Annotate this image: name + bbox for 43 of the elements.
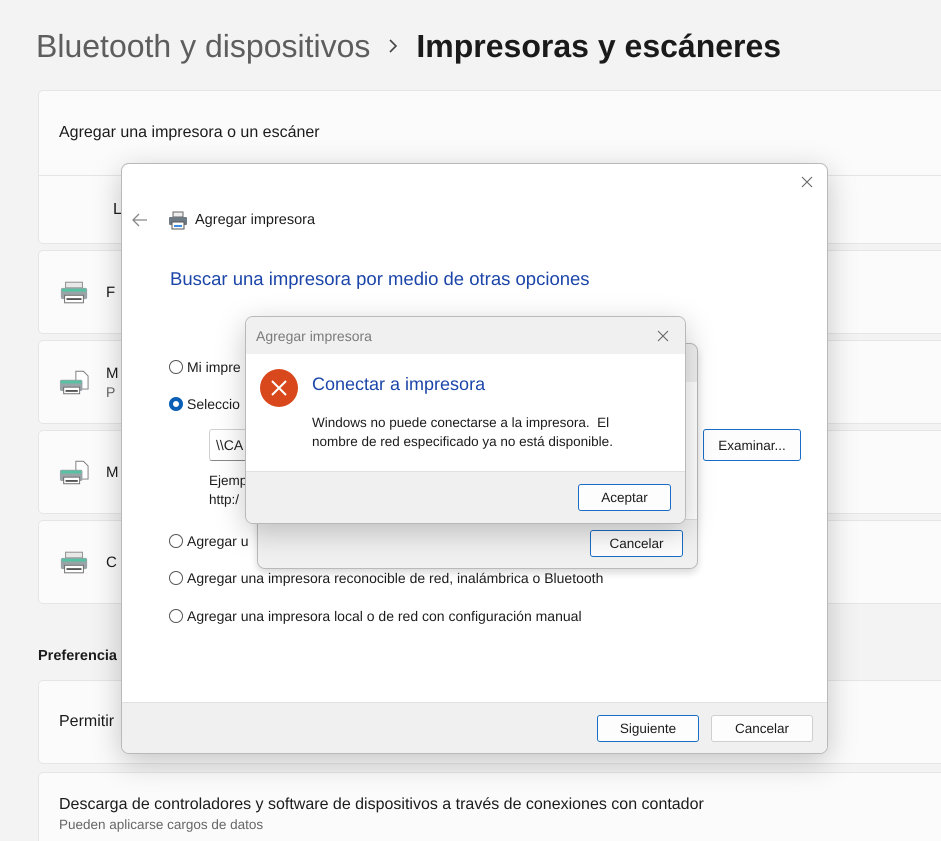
option-label[interactable]: Seleccio [187, 396, 240, 412]
printer-icon [59, 370, 89, 394]
option-label[interactable]: Agregar u [187, 532, 248, 549]
wizard-heading: Buscar una impresora por medio de otras opciones [170, 268, 591, 290]
printer-name: F [106, 284, 116, 300]
default-button[interactable]: Siguiente [597, 714, 699, 742]
printer-name: M [106, 364, 118, 382]
breadcrumb-link[interactable]: Bluetooth y dispositivos [36, 28, 370, 64]
row-text: L [113, 200, 122, 218]
preference-subtitle: Pueden aplicarse cargos de datos [59, 817, 264, 832]
printer-icon [168, 210, 188, 230]
chevron-icon [388, 39, 398, 53]
printer-status: P [106, 384, 116, 400]
printer-name: M [106, 464, 118, 480]
back-arrow-icon[interactable] [132, 213, 148, 227]
close-icon[interactable] [801, 176, 813, 188]
default-button[interactable]: Aceptar [578, 484, 671, 511]
option-label[interactable]: Agregar una impresora local o de red con configuración manual [187, 608, 582, 624]
radio-button[interactable] [169, 397, 183, 412]
window-title: Agregar impresora [195, 212, 316, 228]
section-heading: Preferencia [38, 648, 118, 666]
preference-title: Permitir [59, 713, 114, 731]
printer-icon [59, 460, 89, 484]
printer-name: C [106, 554, 117, 570]
cancel-button[interactable]: Cancelar [711, 714, 813, 742]
dialog-heading: Conectar a impresora [312, 374, 486, 395]
browse-button[interactable]: Examinar... [703, 429, 801, 461]
option-label[interactable]: Mi impre [187, 358, 241, 375]
window-title: Agregar impresora [256, 328, 372, 344]
radio-button[interactable] [169, 360, 183, 374]
page-title: Impresoras y escáneres [416, 28, 782, 64]
option-label[interactable]: Agregar una impresora reconocible de red, inalámbrica o Bluetooth [187, 570, 604, 586]
printer-icon [59, 280, 89, 304]
error-message: Windows no puede conectarse a la impresora. El nombre de red especificado ya no está disponible. [312, 414, 614, 451]
radio-button[interactable] [169, 534, 183, 548]
default-button[interactable]: Cancelar [590, 530, 683, 556]
radio-button[interactable] [169, 571, 183, 586]
preference-title: Descarga de controladores y software de dispositivos a través de conexiones con contador [59, 796, 704, 814]
error-icon [259, 368, 299, 408]
radio-button[interactable] [169, 608, 183, 623]
close-icon[interactable] [657, 330, 669, 342]
example-text: http:/ [209, 491, 240, 509]
printer-icon [59, 550, 89, 574]
